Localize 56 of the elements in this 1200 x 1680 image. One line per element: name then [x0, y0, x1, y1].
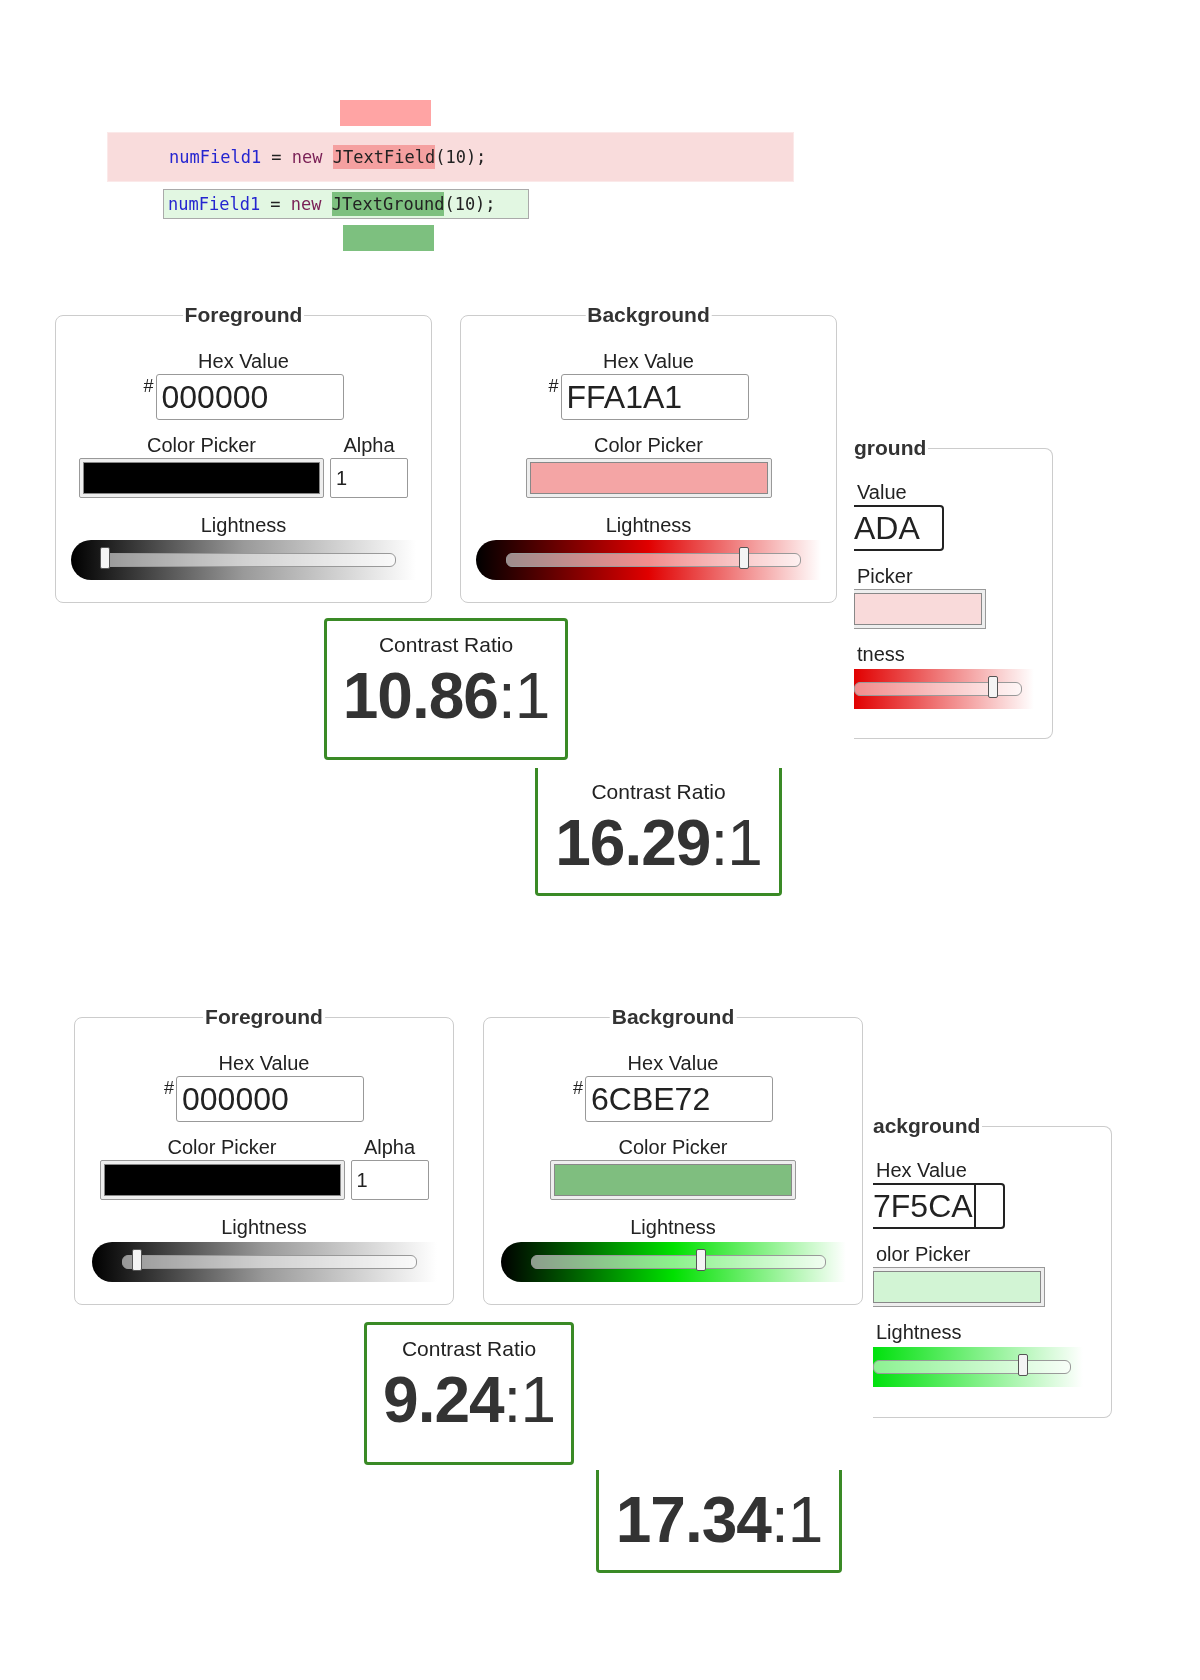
- field-label: Lightness: [875, 1320, 962, 1345]
- hex-input-field[interactable]: 7F5CA: [873, 1183, 1005, 1229]
- field-label: Lightness: [221, 1215, 307, 1240]
- field-label: Hex Value: [627, 1051, 719, 1076]
- field-label: Picker: [856, 564, 913, 589]
- ratio-label: Contrast Ratio: [401, 1337, 537, 1361]
- hash-sign: #: [143, 376, 154, 397]
- field-label: Color Picker: [147, 433, 256, 458]
- lightness-slider[interactable]: [476, 540, 821, 580]
- field-label: Color Picker: [167, 1135, 277, 1160]
- slider-thumb[interactable]: [739, 547, 750, 569]
- color-picker-swatch[interactable]: [79, 458, 324, 498]
- ratio-label: Contrast Ratio: [591, 780, 726, 804]
- lightness-slider[interactable]: [873, 1347, 1083, 1387]
- ratio-value: 9.24:1: [383, 1363, 555, 1438]
- field-label: Alpha: [343, 433, 395, 458]
- hex-input-field[interactable]: ADA: [854, 505, 944, 551]
- field-label: Lightness: [630, 1215, 716, 1240]
- ratio-value: 17.34:1: [615, 1483, 823, 1558]
- alpha-input-field[interactable]: 1: [330, 458, 408, 498]
- alpha-input-field[interactable]: 1: [350, 1160, 429, 1200]
- slider-thumb[interactable]: [696, 1249, 707, 1271]
- field-label: tness: [856, 642, 905, 667]
- hash-sign: #: [573, 1078, 583, 1099]
- hash-sign: #: [164, 1078, 174, 1099]
- hex-input-field[interactable]: 000000: [176, 1076, 364, 1122]
- field-label: Color Picker: [594, 433, 703, 458]
- color-picker-swatch[interactable]: [525, 458, 772, 498]
- color-picker-swatch[interactable]: [873, 1267, 1045, 1307]
- hex-input-field[interactable]: 000000: [155, 374, 344, 420]
- field-label: Hex Value: [875, 1158, 967, 1183]
- field-label: olor Picker: [875, 1242, 971, 1267]
- ratio-label: Contrast Ratio: [378, 633, 514, 657]
- hash-sign: #: [548, 376, 559, 397]
- hex-input-field[interactable]: 6CBE72: [585, 1076, 773, 1122]
- field-label: Hex Value: [198, 349, 289, 374]
- text-cursor: [973, 1185, 976, 1227]
- color-picker-swatch[interactable]: [99, 1160, 345, 1200]
- field-label: Hex Value: [218, 1051, 310, 1076]
- lightness-slider[interactable]: [500, 1242, 846, 1282]
- field-label: Lightness: [605, 513, 692, 538]
- ratio-value: 10.86:1: [342, 659, 550, 734]
- lightness-slider[interactable]: [854, 669, 1034, 709]
- hex-input-field[interactable]: FFA1A1: [560, 374, 749, 420]
- ratio-value: 16.29:1: [555, 806, 762, 881]
- color-picker-swatch[interactable]: [550, 1160, 796, 1200]
- field-label: Alpha: [363, 1135, 416, 1160]
- slider-thumb[interactable]: [99, 547, 110, 569]
- slider-thumb[interactable]: [987, 676, 998, 698]
- field-label: Color Picker: [618, 1135, 728, 1160]
- field-label: Hex Value: [603, 349, 694, 374]
- field-label: Value: [856, 480, 907, 505]
- slider-thumb[interactable]: [132, 1249, 143, 1271]
- slider-thumb[interactable]: [1017, 1354, 1028, 1376]
- field-label: Lightness: [200, 513, 287, 538]
- color-picker-swatch[interactable]: [854, 589, 986, 629]
